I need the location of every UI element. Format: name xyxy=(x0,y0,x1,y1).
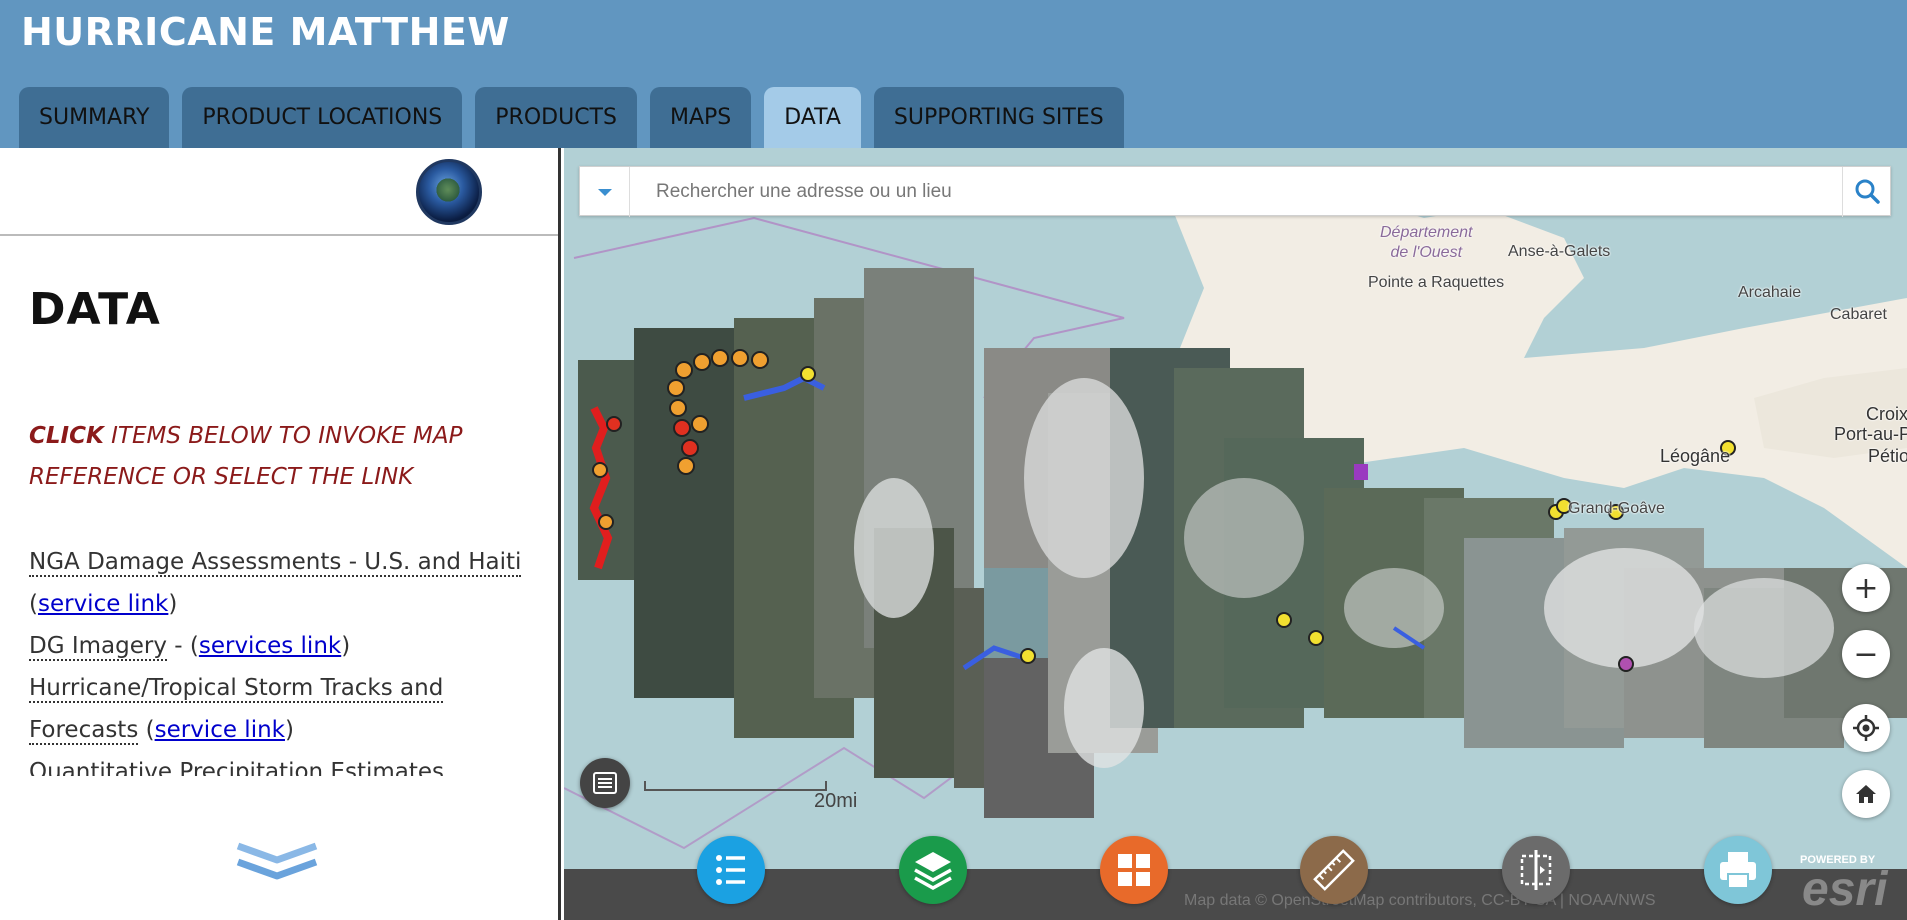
zoom-out-button[interactable]: − xyxy=(1842,630,1890,678)
swipe-tool-button[interactable] xyxy=(1502,836,1570,904)
print-icon xyxy=(1720,852,1756,889)
search-icon xyxy=(1855,179,1880,204)
layers-icon xyxy=(914,852,952,891)
map-search-bar xyxy=(579,166,1892,217)
label-petion: Pétio xyxy=(1868,446,1907,466)
scale-label: 20mi xyxy=(814,790,858,812)
tab-supporting-sites[interactable]: SUPPORTING SITES xyxy=(873,87,1124,148)
tab-products[interactable]: PRODUCTS xyxy=(475,87,637,148)
tab-summary[interactable]: SUMMARY xyxy=(19,87,170,148)
tab-product-locations[interactable]: PRODUCT LOCATIONS xyxy=(182,87,463,148)
powered-by-text: POWERED BY xyxy=(1800,854,1876,866)
map-canvas[interactable] xyxy=(564,148,1907,920)
label-croix: Croix-d xyxy=(1866,404,1907,424)
locate-crosshair-icon xyxy=(1853,715,1879,741)
legend-button[interactable] xyxy=(580,758,630,808)
app-title: HURRICANE MATTHEW xyxy=(21,10,510,54)
list-item-storm-tracks: Hurricane/Tropical Storm Tracks and Fore… xyxy=(29,675,444,745)
print-tool-button[interactable] xyxy=(1704,836,1772,904)
storm-tracks-item-line2[interactable]: Forecasts xyxy=(29,717,139,745)
logo-row xyxy=(0,148,558,236)
list-item-dg-imagery: DG Imagery - (services link) xyxy=(29,633,351,661)
label-grand-goave: Grand-Goâve xyxy=(1568,500,1665,517)
agency-seal-logo xyxy=(416,159,482,225)
nga-service-link[interactable]: service link xyxy=(38,591,168,617)
dg-imagery-item[interactable]: DG Imagery xyxy=(29,633,167,661)
label-anse-a-galets: Anse-à-Galets xyxy=(1508,243,1611,260)
label-pointe-a-raquettes: Pointe a Raquettes xyxy=(1368,274,1505,291)
tab-maps[interactable]: MAPS xyxy=(649,87,752,148)
home-icon xyxy=(1856,785,1876,803)
esri-logo: esri xyxy=(1802,863,1888,916)
instruction-bold: CLICK xyxy=(29,423,104,449)
label-cabaret: Cabaret xyxy=(1830,306,1887,323)
minus-icon: − xyxy=(1853,636,1879,672)
basemap-gallery-button[interactable] xyxy=(1100,836,1168,904)
list-item-nga: NGA Damage Assessments - U.S. and Haiti … xyxy=(29,549,522,617)
locate-button[interactable] xyxy=(1842,704,1890,752)
main-tabs: SUMMARY PRODUCT LOCATIONS PRODUCTS MAPS … xyxy=(19,87,1124,148)
grid-icon xyxy=(1118,854,1150,886)
map-view[interactable]: Département de l'Ouest Anse-à-Galets Poi… xyxy=(564,148,1907,920)
swipe-compare-icon xyxy=(1520,850,1552,890)
instruction-text: CLICK ITEMS BELOW TO INVOKE MAP REFERENC… xyxy=(29,416,469,498)
label-leogane: Léogâne xyxy=(1660,446,1731,466)
storm-tracks-service-link[interactable]: service link xyxy=(155,717,285,743)
measure-tool-button[interactable] xyxy=(1300,836,1368,904)
dg-services-link[interactable]: services link xyxy=(199,633,341,659)
ruler-icon xyxy=(1313,849,1355,891)
data-panel: DATA CLICK ITEMS BELOW TO INVOKE MAP REF… xyxy=(0,148,561,920)
list-tool-button[interactable] xyxy=(697,836,765,904)
home-button[interactable] xyxy=(1842,770,1890,818)
label-departement-ouest: Département de l'Ouest xyxy=(1380,224,1473,261)
search-button[interactable] xyxy=(1842,167,1892,217)
map-search-input[interactable] xyxy=(638,172,1798,212)
scroll-down-chevron-icon[interactable] xyxy=(232,838,322,888)
legend-list-icon xyxy=(593,772,617,794)
tab-data[interactable]: DATA xyxy=(764,87,861,148)
scale-bar xyxy=(644,781,827,791)
map-attribution: Map data © OpenStreetMap contributors, C… xyxy=(1184,892,1656,909)
label-arcahaie: Arcahaie xyxy=(1738,284,1802,301)
zoom-in-button[interactable]: + xyxy=(1842,564,1890,612)
plus-icon: + xyxy=(1853,570,1879,606)
page-title: DATA xyxy=(29,284,161,335)
list-icon xyxy=(716,855,745,885)
layers-tool-button[interactable] xyxy=(899,836,967,904)
storm-tracks-item[interactable]: Hurricane/Tropical Storm Tracks and xyxy=(29,675,444,703)
app-header: HURRICANE MATTHEW SUMMARY PRODUCT LOCATI… xyxy=(0,0,1907,148)
label-port-au-prince: Port-au-Pr xyxy=(1834,424,1907,444)
search-source-dropdown[interactable] xyxy=(580,167,630,217)
nga-damage-assessments-item[interactable]: NGA Damage Assessments - U.S. and Haiti xyxy=(29,549,522,577)
